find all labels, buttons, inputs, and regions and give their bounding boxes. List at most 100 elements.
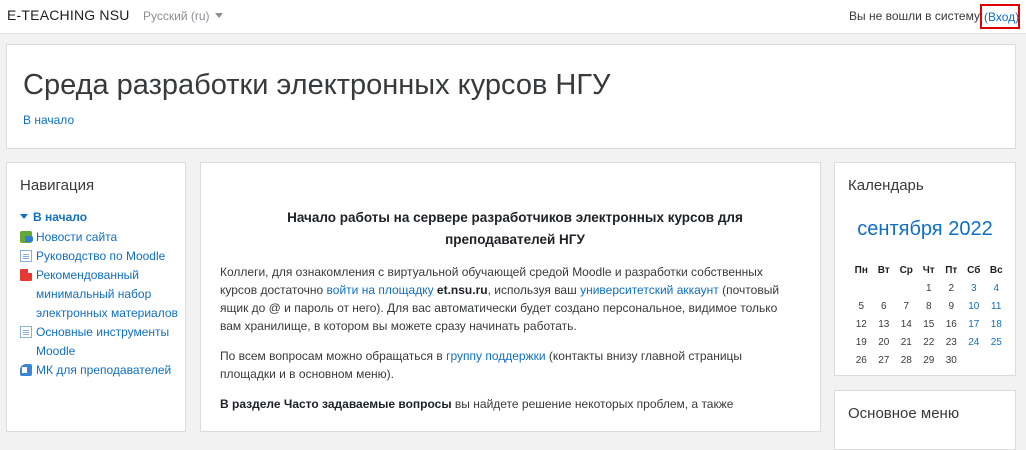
calendar-day[interactable]: 22 xyxy=(918,333,941,351)
calendar-day[interactable]: 9 xyxy=(940,297,963,315)
page-title: Среда разработки электронных курсов НГУ xyxy=(23,69,611,101)
calendar-day[interactable]: 17 xyxy=(963,315,986,333)
calendar-day[interactable]: 16 xyxy=(940,315,963,333)
site-domain-link[interactable]: et.nsu.ru xyxy=(437,283,488,297)
text-fragment: вы найдете решение некоторых проблем, а … xyxy=(451,397,734,411)
nav-item-teacher-course[interactable]: МК для преподавателей xyxy=(20,361,180,380)
calendar-day[interactable]: 28 xyxy=(895,351,918,369)
navigation-list: В начало Новости сайта Руководство по Mo… xyxy=(20,210,180,380)
nav-item-moodle-tools[interactable]: Основные инструменты Moodle xyxy=(20,323,180,361)
calendar-day[interactable]: 29 xyxy=(918,351,941,369)
language-label: Русский (ru) xyxy=(143,9,210,23)
navigation-title: Навигация xyxy=(20,177,95,194)
expand-arrow-icon xyxy=(20,214,28,219)
calendar-day[interactable]: 2 xyxy=(940,279,963,297)
calendar-day[interactable]: 3 xyxy=(963,279,986,297)
calendar-empty-cell xyxy=(850,279,873,297)
text-fragment: В разделе xyxy=(220,397,284,411)
calendar-day[interactable]: 14 xyxy=(895,315,918,333)
calendar-week-row: 1234 xyxy=(850,279,1008,297)
main-menu-block: Основное меню xyxy=(834,390,1016,450)
calendar-day[interactable]: 18 xyxy=(985,315,1008,333)
forum-icon xyxy=(20,231,33,243)
weekday: Вс xyxy=(989,264,1003,276)
top-navbar: E-TEACHING NSU Русский (ru) Вы не вошли … xyxy=(0,0,1026,34)
weekday: Пн xyxy=(854,264,868,276)
main-menu-title: Основное меню xyxy=(848,405,960,422)
calendar-day[interactable]: 21 xyxy=(895,333,918,351)
nav-root-home[interactable]: В начало xyxy=(20,210,180,224)
site-brand[interactable]: E-TEACHING NSU xyxy=(7,7,130,23)
text-fragment: , используя ваш xyxy=(487,283,581,297)
support-paragraph: По всем вопросам можно обращаться в груп… xyxy=(220,347,790,383)
calendar-day[interactable]: 19 xyxy=(850,333,873,351)
book-icon xyxy=(20,364,32,376)
text-fragment: По всем вопросам можно обращаться в xyxy=(220,349,447,363)
pdf-icon xyxy=(20,269,32,281)
calendar-week-row: 26 27 28 29 30 xyxy=(850,351,1008,369)
page-header: Среда разработки электронных курсов НГУ … xyxy=(6,44,1016,149)
main-content: Начало работы на сервере разработчиков э… xyxy=(220,207,790,425)
support-group-link[interactable]: группу поддержки xyxy=(446,349,546,363)
faq-link[interactable]: Часто задаваемые вопросы xyxy=(284,397,452,411)
weekday-row: Пн Вт Ср Чт Пт Сб Вс xyxy=(850,261,1008,279)
calendar-empty-cell xyxy=(873,279,896,297)
calendar-week-row: 12 13 14 15 16 17 18 xyxy=(850,315,1008,333)
faq-link-text: Часто задаваемые вопросы xyxy=(283,397,452,411)
weekday: Чт xyxy=(922,264,935,276)
calendar-empty-cell xyxy=(963,351,986,369)
calendar-day[interactable]: 12 xyxy=(850,315,873,333)
nav-item-label[interactable]: Рекомендованный минимальный набор электр… xyxy=(36,268,178,320)
calendar-day[interactable]: 8 xyxy=(918,297,941,315)
nav-item-news[interactable]: Новости сайта xyxy=(20,228,180,247)
calendar-day[interactable]: 4 xyxy=(985,279,1008,297)
nav-root-label: В начало xyxy=(33,210,88,224)
main-content-block: Начало работы на сервере разработчиков э… xyxy=(200,162,821,432)
calendar-day[interactable]: 1 xyxy=(918,279,941,297)
calendar-month[interactable]: сентября 2022 xyxy=(835,218,1015,241)
caret-down-icon xyxy=(214,13,223,18)
main-heading: Начало работы на сервере разработчиков э… xyxy=(287,210,743,247)
calendar-block: Календарь сентября 2022 Пн Вт Ср Чт Пт С… xyxy=(834,162,1016,376)
calendar-days: 1 2 3 4 5 6 7 8 9 10 11 12 13 14 15 16 17 18 19 20 21 22 23 24 2… xyxy=(850,279,1008,369)
calendar-week-row: 19 20 21 22 23 24 25 xyxy=(850,333,1008,351)
nav-item-recommended-set[interactable]: Рекомендованный минимальный набор электр… xyxy=(20,266,180,323)
nav-item-moodle-guide[interactable]: Руководство по Moodle xyxy=(20,247,180,266)
calendar-day[interactable]: 27 xyxy=(873,351,896,369)
calendar-day[interactable]: 25 xyxy=(985,333,1008,351)
breadcrumb-home[interactable]: В начало xyxy=(23,113,74,127)
calendar-day[interactable]: 23 xyxy=(940,333,963,351)
site-domain-text: et.nsu.ru xyxy=(436,283,488,297)
calendar-title: Календарь xyxy=(848,177,924,194)
weekday: Сб xyxy=(967,264,981,276)
calendar-day[interactable]: 20 xyxy=(873,333,896,351)
calendar-day[interactable]: 30 xyxy=(940,351,963,369)
calendar-table: Пн Вт Ср Чт Пт Сб Вс 1 2 3 4 5 6 7 8 9 10 11 12 13 14… xyxy=(850,261,1008,369)
nav-item-label[interactable]: Новости сайта xyxy=(36,230,117,244)
navigation-block: Навигация В начало Новости сайта Руковод… xyxy=(6,162,186,432)
calendar-day[interactable]: 13 xyxy=(873,315,896,333)
intro-paragraph: Коллеги, для ознакомления с виртуальной … xyxy=(220,263,790,335)
weekday: Пт xyxy=(945,264,958,276)
login-link[interactable]: (Вход) xyxy=(980,4,1020,29)
calendar-day[interactable]: 7 xyxy=(895,297,918,315)
calendar-day[interactable]: 15 xyxy=(918,315,941,333)
calendar-day[interactable]: 5 xyxy=(850,297,873,315)
calendar-day[interactable]: 10 xyxy=(963,297,986,315)
nav-item-label[interactable]: Руководство по Moodle xyxy=(36,249,165,263)
nav-item-label[interactable]: Основные инструменты Moodle xyxy=(36,325,169,358)
calendar-empty-cell xyxy=(985,351,1008,369)
calendar-day[interactable]: 6 xyxy=(873,297,896,315)
university-account-link[interactable]: университетский аккаунт xyxy=(580,283,719,297)
login-status: Вы не вошли в систему xyxy=(848,9,980,23)
page-icon xyxy=(20,250,32,262)
calendar-day[interactable]: 26 xyxy=(850,351,873,369)
language-menu[interactable]: Русский (ru) xyxy=(143,9,223,23)
login-site-link[interactable]: войти на площадку xyxy=(327,283,434,297)
calendar-empty-cell xyxy=(895,279,918,297)
nav-item-label[interactable]: МК для преподавателей xyxy=(36,363,171,377)
page-icon xyxy=(20,326,32,338)
calendar-day[interactable]: 11 xyxy=(985,297,1008,315)
calendar-week-row: 5 6 7 8 9 10 11 xyxy=(850,297,1008,315)
calendar-day[interactable]: 24 xyxy=(963,333,986,351)
